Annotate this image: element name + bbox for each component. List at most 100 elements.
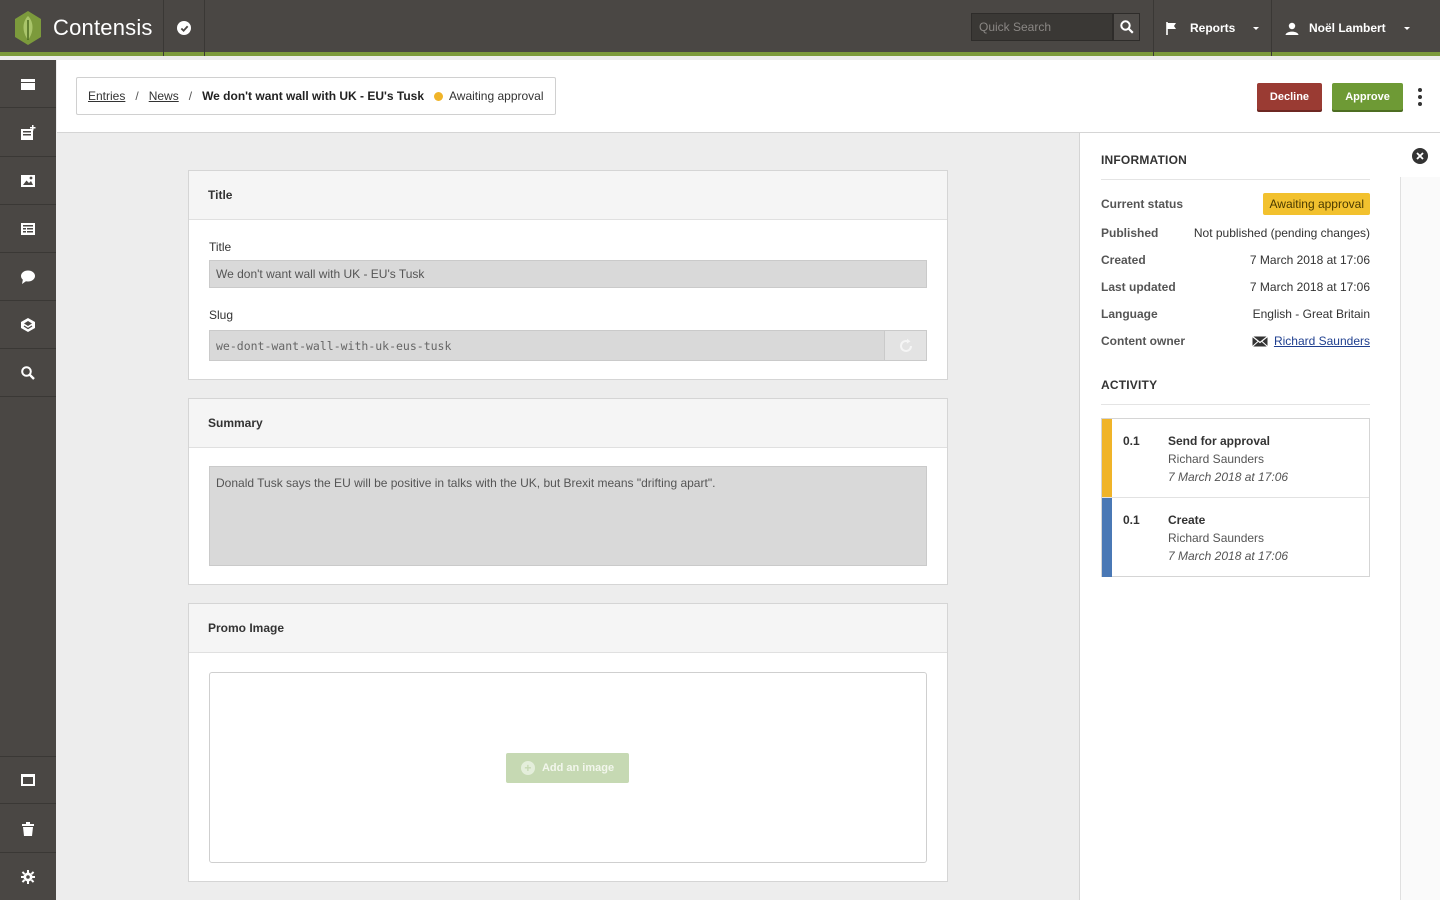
gear-icon [21, 869, 35, 884]
left-nav [0, 60, 56, 900]
activity-status-bar [1102, 419, 1112, 497]
divider [1101, 179, 1370, 180]
summary-panel: Summary Donald Tusk says the EU will be … [188, 398, 948, 585]
add-image-button[interactable]: + Add an image [506, 753, 629, 783]
slug-label: Slug [209, 308, 234, 322]
decline-button[interactable]: Decline [1257, 83, 1322, 110]
add-image-label: Add an image [541, 762, 615, 774]
nav-forms[interactable] [0, 205, 56, 253]
nav-new-entry[interactable] [0, 109, 56, 157]
approve-button[interactable]: Approve [1332, 83, 1403, 110]
breadcrumb-separator: / [135, 89, 139, 103]
title-panel: Title Title We don't want wall with UK -… [188, 170, 948, 380]
info-row-content-owner: Content owner Richard Saunders [1101, 333, 1370, 349]
breadcrumb-entries[interactable]: Entries [88, 89, 125, 103]
activity-version: 0.1 [1123, 434, 1140, 448]
activity-item[interactable]: 0.1 Create Richard Saunders 7 March 2018… [1102, 498, 1369, 577]
nav-entries[interactable] [0, 60, 56, 108]
close-panel-button[interactable] [1412, 148, 1428, 164]
activity-list: 0.1 Send for approval Richard Saunders 7… [1101, 418, 1370, 577]
user-menu[interactable]: Noël Lambert [1272, 0, 1440, 56]
info-key: Published [1101, 226, 1159, 240]
content-owner-name: Richard Saunders [1273, 334, 1370, 348]
status-badge: Awaiting approval [1263, 193, 1370, 215]
breadcrumb-status: Awaiting approval [449, 89, 544, 103]
info-row-language: Language English - Great Britain [1101, 306, 1370, 322]
check-circle-icon [177, 21, 191, 35]
app-logo[interactable]: Contensis [0, 0, 163, 56]
app-name: Contensis [53, 15, 153, 40]
reports-label: Reports [1190, 21, 1236, 35]
info-row-status: Current status Awaiting approval [1101, 193, 1370, 215]
info-value: 7 March 2018 at 17:06 [1249, 280, 1370, 294]
nav-settings[interactable] [0, 853, 56, 900]
window-icon [21, 774, 35, 786]
user-icon [1285, 22, 1299, 35]
activity-user: Richard Saunders [1168, 452, 1265, 466]
panel-scroll-area [1400, 177, 1440, 900]
information-heading: INFORMATION [1101, 153, 1187, 167]
nav-search[interactable] [0, 349, 56, 397]
promo-image-panel: Promo Image + Add an image [188, 603, 948, 882]
nav-preview[interactable] [0, 756, 56, 804]
search-icon [21, 365, 35, 380]
chevron-down-icon [1403, 26, 1410, 30]
panel-heading: Summary [189, 399, 947, 448]
breadcrumb-current: We don't want wall with UK - EU's Tusk [202, 89, 425, 103]
action-bar: Entries / News / We don't want wall with… [57, 60, 1440, 133]
activity-status-bar [1102, 498, 1112, 577]
info-row-created: Created 7 March 2018 at 17:06 [1101, 252, 1370, 268]
slug-field[interactable]: we-dont-want-wall-with-uk-eus-tusk [209, 330, 927, 361]
nav-images[interactable] [0, 157, 56, 205]
activity-action: Create [1168, 513, 1206, 527]
content-owner-link[interactable]: Richard Saunders [1252, 334, 1370, 348]
info-row-last-updated: Last updated 7 March 2018 at 17:06 [1101, 279, 1370, 295]
info-value: 7 March 2018 at 17:06 [1249, 253, 1370, 267]
breadcrumb: Entries / News / We don't want wall with… [76, 77, 556, 115]
top-bar: Contensis Reports Noël Lambert [0, 0, 1440, 56]
nav-layers[interactable] [0, 301, 56, 349]
summary-textarea[interactable]: Donald Tusk says the EU will be positive… [209, 466, 927, 566]
nav-comments[interactable] [0, 253, 56, 301]
info-key: Content owner [1101, 334, 1185, 348]
new-content-icon [21, 124, 36, 140]
activity-date: 7 March 2018 at 17:06 [1168, 549, 1289, 563]
nav-recycle-bin[interactable] [0, 805, 56, 853]
info-row-published: Published Not published (pending changes… [1101, 225, 1370, 241]
breadcrumb-separator: / [188, 89, 193, 103]
list-icon [21, 222, 35, 235]
image-drop-area[interactable]: + Add an image [209, 672, 927, 863]
flag-icon [1166, 21, 1176, 35]
plus-circle-icon: + [520, 761, 535, 775]
regenerate-slug-button[interactable] [884, 330, 927, 361]
divider [1101, 404, 1370, 405]
trash-icon [22, 821, 34, 836]
panel-heading: Promo Image [189, 604, 947, 653]
info-value: Not published (pending changes) [1193, 226, 1370, 240]
status-dot-icon [434, 91, 444, 101]
folder-icon [21, 78, 35, 90]
more-options-icon[interactable] [1417, 88, 1423, 106]
approval-toggle[interactable] [163, 0, 205, 56]
info-value: English - Great Britain [1252, 307, 1370, 321]
activity-item[interactable]: 0.1 Send for approval Richard Saunders 7… [1102, 419, 1369, 498]
envelope-icon [1252, 335, 1268, 347]
search-icon [1119, 20, 1134, 34]
panel-heading: Title [189, 171, 947, 220]
information-panel: INFORMATION Current status Awaiting appr… [1079, 133, 1440, 900]
activity-date: 7 March 2018 at 17:06 [1168, 470, 1289, 484]
leaf-logo-icon [15, 11, 41, 45]
slug-value: we-dont-want-wall-with-uk-eus-tusk [216, 338, 452, 353]
info-key: Last updated [1101, 280, 1176, 294]
activity-version: 0.1 [1123, 513, 1140, 527]
search-button[interactable] [1113, 13, 1140, 41]
refresh-icon [899, 338, 912, 352]
info-key: Language [1101, 307, 1158, 321]
reports-menu[interactable]: Reports [1154, 0, 1271, 56]
quick-search-input[interactable] [971, 13, 1113, 41]
info-key: Created [1101, 253, 1146, 267]
title-field[interactable]: We don't want wall with UK - EU's Tusk [209, 260, 927, 288]
breadcrumb-news[interactable]: News [149, 89, 179, 103]
activity-heading: ACTIVITY [1101, 378, 1158, 392]
layers-icon [21, 317, 35, 332]
